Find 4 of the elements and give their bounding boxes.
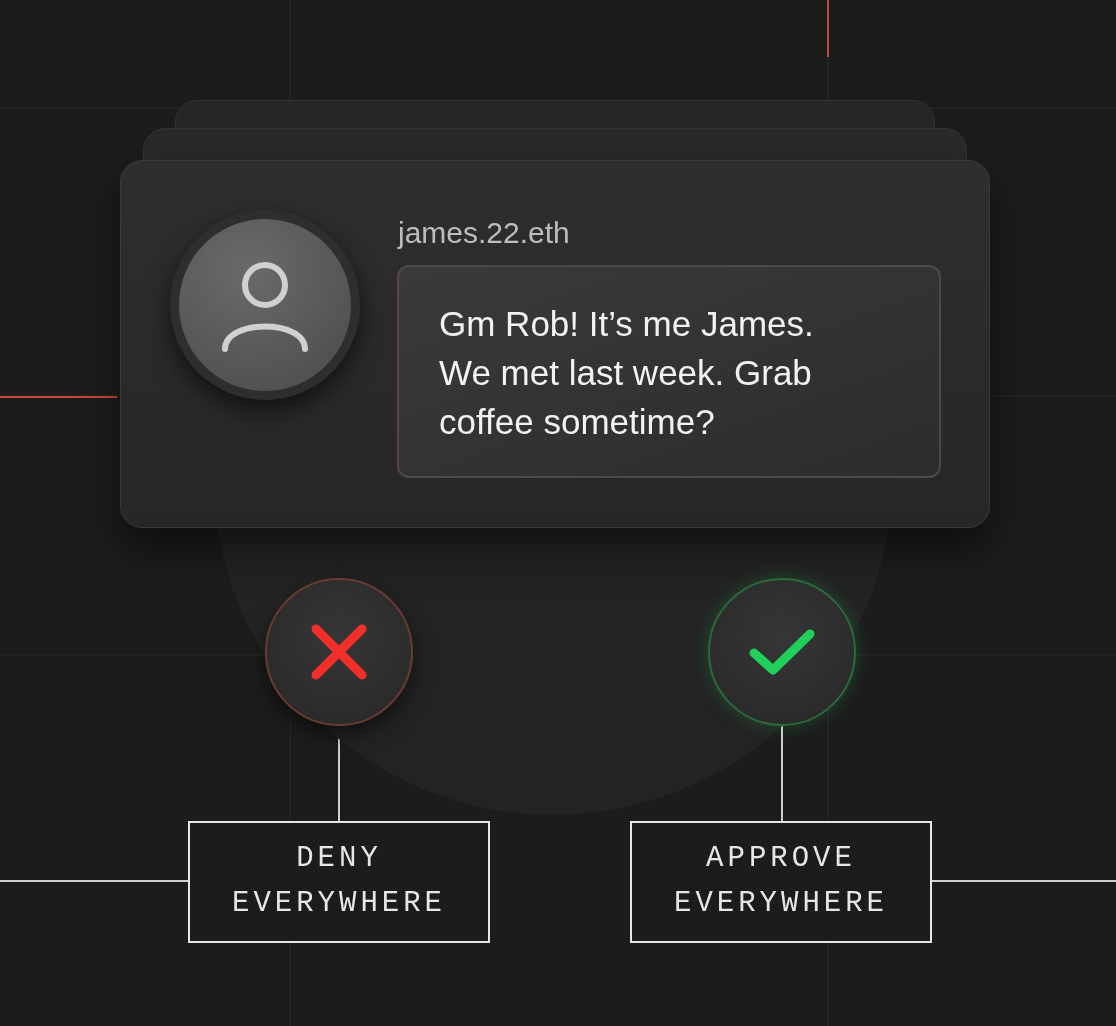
action-label: APPROVE EVERYWHERE — [630, 821, 932, 943]
username: james.22.eth — [398, 215, 570, 251]
message-bubble: Gm Rob! It’s me James. We met last week. Grab coffee sometime? — [397, 265, 941, 478]
action-label: DENY EVERYWHERE — [188, 821, 490, 943]
